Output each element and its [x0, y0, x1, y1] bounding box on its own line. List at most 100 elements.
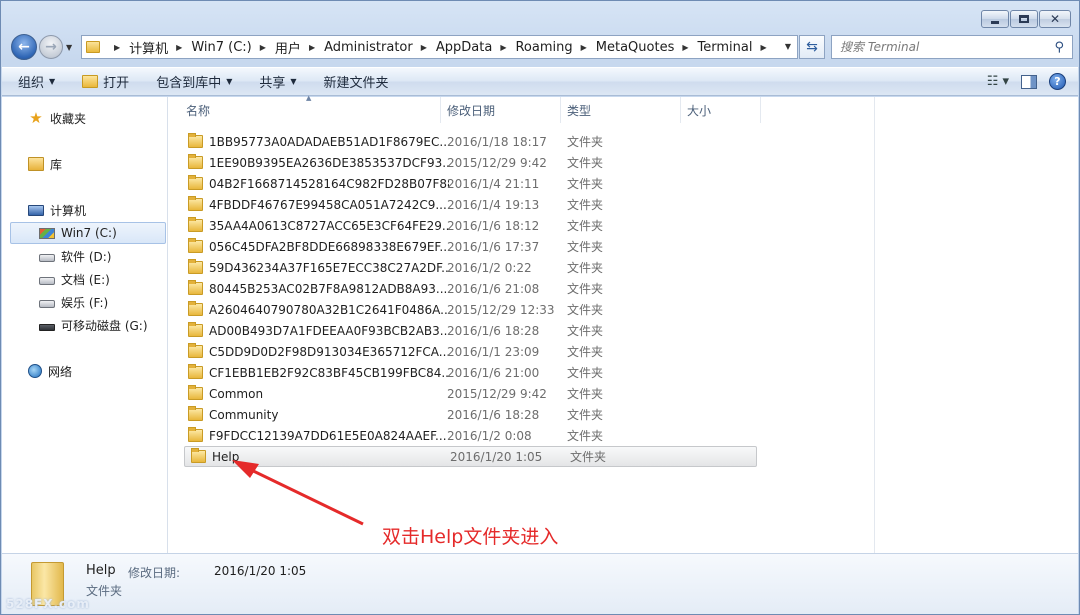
refresh-button[interactable]: ⇆ — [799, 35, 825, 59]
breadcrumb-separator-icon[interactable]: ▶ — [114, 43, 120, 52]
nav-libraries[interactable]: 库 — [28, 153, 158, 175]
breadcrumb-separator-icon[interactable]: ▶ — [500, 43, 506, 52]
column-header-size[interactable]: 大小 — [681, 97, 761, 123]
address-dropdown-icon[interactable]: ▼ — [785, 42, 791, 51]
share-menu[interactable]: 共享 ▼ — [259, 72, 296, 91]
breadcrumb-separator-icon[interactable]: ▶ — [760, 43, 766, 52]
organize-menu[interactable]: 组织 ▼ — [18, 72, 55, 91]
file-row[interactable]: Community 2016/1/6 18:28 文件夹 — [182, 404, 756, 425]
file-type: 文件夹 — [570, 450, 607, 464]
include-in-library-label: 包含到库中 — [156, 76, 222, 91]
file-date: 2016/1/4 19:13 — [447, 197, 540, 212]
file-row[interactable]: 056C45DFA2BF8DDE66898338E679EF... 2016/1/… — [182, 236, 756, 257]
nav-drive-label: 文档 (E:) — [61, 272, 110, 287]
nav-favorites[interactable]: ★ 收藏夹 — [28, 107, 158, 129]
nav-drive-item[interactable]: 软件 (D:) — [39, 245, 164, 267]
nav-computer[interactable]: 计算机 — [28, 199, 158, 221]
open-label: 打开 — [103, 76, 130, 91]
file-row[interactable]: A2604640790780A32B1C2641F0486A... 2015/12… — [182, 299, 756, 320]
open-button[interactable]: 打开 — [82, 72, 129, 91]
file-name: 1BB95773A0ADADAEB51AD1F8679EC... — [209, 134, 449, 149]
file-row[interactable]: Help 2016/1/20 1:05 文件夹 — [184, 446, 757, 467]
include-in-library-menu[interactable]: 包含到库中 ▼ — [156, 72, 232, 91]
hard-drive-icon — [39, 254, 55, 262]
file-row[interactable]: 35AA4A0613C8727ACC65E3CF64FE29... 2016/1/… — [182, 215, 756, 236]
file-row[interactable]: CF1EBB1EB2F92C83BF45CB199FBC84... 2016/1/… — [182, 362, 756, 383]
column-header-name[interactable]: 名称 ▲ — [168, 94, 441, 123]
breadcrumb-separator-icon[interactable]: ▶ — [682, 43, 688, 52]
file-row[interactable]: F9FDCC12139A7DD61E5E0A824AAEF... 2016/1/2… — [182, 425, 756, 446]
details-type: 文件夹 — [86, 584, 123, 598]
file-type: 文件夹 — [567, 177, 604, 191]
file-row[interactable]: 80445B253AC02B7F8A9812ADB8A93... 2016/1/6… — [182, 278, 756, 299]
file-row[interactable]: 4FBDDF46767E99458CA051A7242C9... 2016/1/4… — [182, 194, 756, 215]
file-date: 2016/1/1 23:09 — [447, 344, 540, 359]
nav-drive-item[interactable]: 娱乐 (F:) — [39, 291, 164, 313]
preview-pane-icon[interactable] — [1021, 74, 1037, 89]
file-type: 文件夹 — [567, 387, 604, 401]
file-row[interactable]: AD00B493D7A1FDEEAA0F93BCB2AB3... 2016/1/6… — [182, 320, 756, 341]
new-folder-button[interactable]: 新建文件夹 — [324, 72, 389, 91]
breadcrumb-separator-icon[interactable]: ▶ — [309, 43, 315, 52]
help-icon[interactable]: ? — [1049, 73, 1066, 90]
recent-pages-dropdown[interactable]: ▼ — [66, 43, 72, 52]
minimize-icon — [991, 20, 999, 24]
back-button[interactable]: ← — [11, 34, 37, 60]
forward-button[interactable]: → — [39, 35, 63, 59]
nav-favorites-label: 收藏夹 — [50, 111, 87, 126]
search-input[interactable] — [840, 40, 1055, 54]
breadcrumb-item[interactable]: Win7 (C:) — [191, 40, 251, 55]
chevron-down-icon: ▼ — [226, 77, 233, 86]
change-view-icon[interactable]: ☷ ▾ — [987, 74, 1009, 89]
file-name: Common — [209, 386, 264, 401]
breadcrumb-separator-icon[interactable]: ▶ — [581, 43, 587, 52]
nav-network-label: 网络 — [48, 364, 73, 379]
breadcrumb-item[interactable]: 计算机 — [129, 38, 168, 57]
file-date: 2015/12/29 12:33 — [447, 302, 555, 317]
file-name: 4FBDDF46767E99458CA051A7242C9... — [209, 197, 447, 212]
breadcrumb-item[interactable]: Administrator — [324, 40, 413, 55]
breadcrumb-item[interactable]: 用户 — [275, 38, 301, 57]
breadcrumb-item[interactable]: MetaQuotes — [596, 40, 675, 55]
watermark: 528FX.com — [6, 597, 90, 611]
close-button[interactable]: ✕ — [1039, 10, 1071, 28]
breadcrumb-separator-icon[interactable]: ▶ — [260, 43, 266, 52]
column-header-type[interactable]: 类型 — [561, 97, 681, 123]
organize-label: 组织 — [18, 76, 45, 91]
nav-drive-item[interactable]: 可移动磁盘 (G:) — [39, 314, 164, 336]
breadcrumb-separator-icon[interactable]: ▶ — [421, 43, 427, 52]
nav-drive-item[interactable]: 文档 (E:) — [39, 268, 164, 290]
navigation-row: ← → ▼ ▶ 计算机 ▶ Win7 (C:) ▶ 用户 ▶ Administrator ▶ Ap… — [9, 34, 1073, 60]
file-row[interactable]: 1BB95773A0ADADAEB51AD1F8679EC... 2016/1/1… — [182, 131, 756, 152]
new-folder-label: 新建文件夹 — [323, 76, 389, 91]
file-type: 文件夹 — [567, 282, 604, 296]
file-row[interactable]: 04B2F1668714528164C982FD28B07F88 2016/1/4… — [182, 173, 756, 194]
nav-network[interactable]: 网络 — [28, 360, 158, 382]
folder-icon — [188, 301, 203, 316]
file-row[interactable]: C5DD9D0D2F98D913034E365712FCA... 2016/1/1… — [182, 341, 756, 362]
details-date-label: 修改日期: — [128, 566, 181, 580]
breadcrumb-item[interactable]: Terminal — [698, 40, 753, 55]
search-box[interactable]: ⚲ — [831, 35, 1073, 59]
file-row[interactable]: 59D436234A37F165E7ECC38C27A2DF... 2016/1/… — [182, 257, 756, 278]
column-header-date[interactable]: 修改日期 — [441, 97, 561, 123]
nav-drive-item[interactable]: Win7 (C:) — [10, 222, 166, 244]
nav-drive-label: Win7 (C:) — [61, 226, 117, 240]
file-date: 2015/12/29 9:42 — [447, 386, 547, 401]
file-row[interactable]: Common 2015/12/29 9:42 文件夹 — [182, 383, 756, 404]
address-bar[interactable]: ▶ 计算机 ▶ Win7 (C:) ▶ 用户 ▶ Administrator ▶ AppData ▶… — [81, 35, 798, 59]
star-icon: ★ — [29, 109, 43, 127]
file-name: Community — [209, 407, 279, 422]
folder-icon — [188, 343, 203, 358]
minimize-button[interactable] — [981, 10, 1009, 28]
maximize-button[interactable] — [1010, 10, 1038, 28]
breadcrumb-item[interactable]: AppData — [436, 40, 492, 55]
file-row[interactable]: 1EE90B9395EA2636DE3853537DCF93... 2015/12… — [182, 152, 756, 173]
search-icon[interactable]: ⚲ — [1054, 40, 1064, 55]
file-type: 文件夹 — [567, 303, 604, 317]
file-date: 2015/12/29 9:42 — [447, 155, 547, 170]
caption-buttons: ✕ — [981, 10, 1071, 28]
breadcrumb-item[interactable]: Roaming — [515, 40, 572, 55]
breadcrumb-separator-icon[interactable]: ▶ — [176, 43, 182, 52]
file-date: 2016/1/6 21:08 — [447, 281, 540, 296]
